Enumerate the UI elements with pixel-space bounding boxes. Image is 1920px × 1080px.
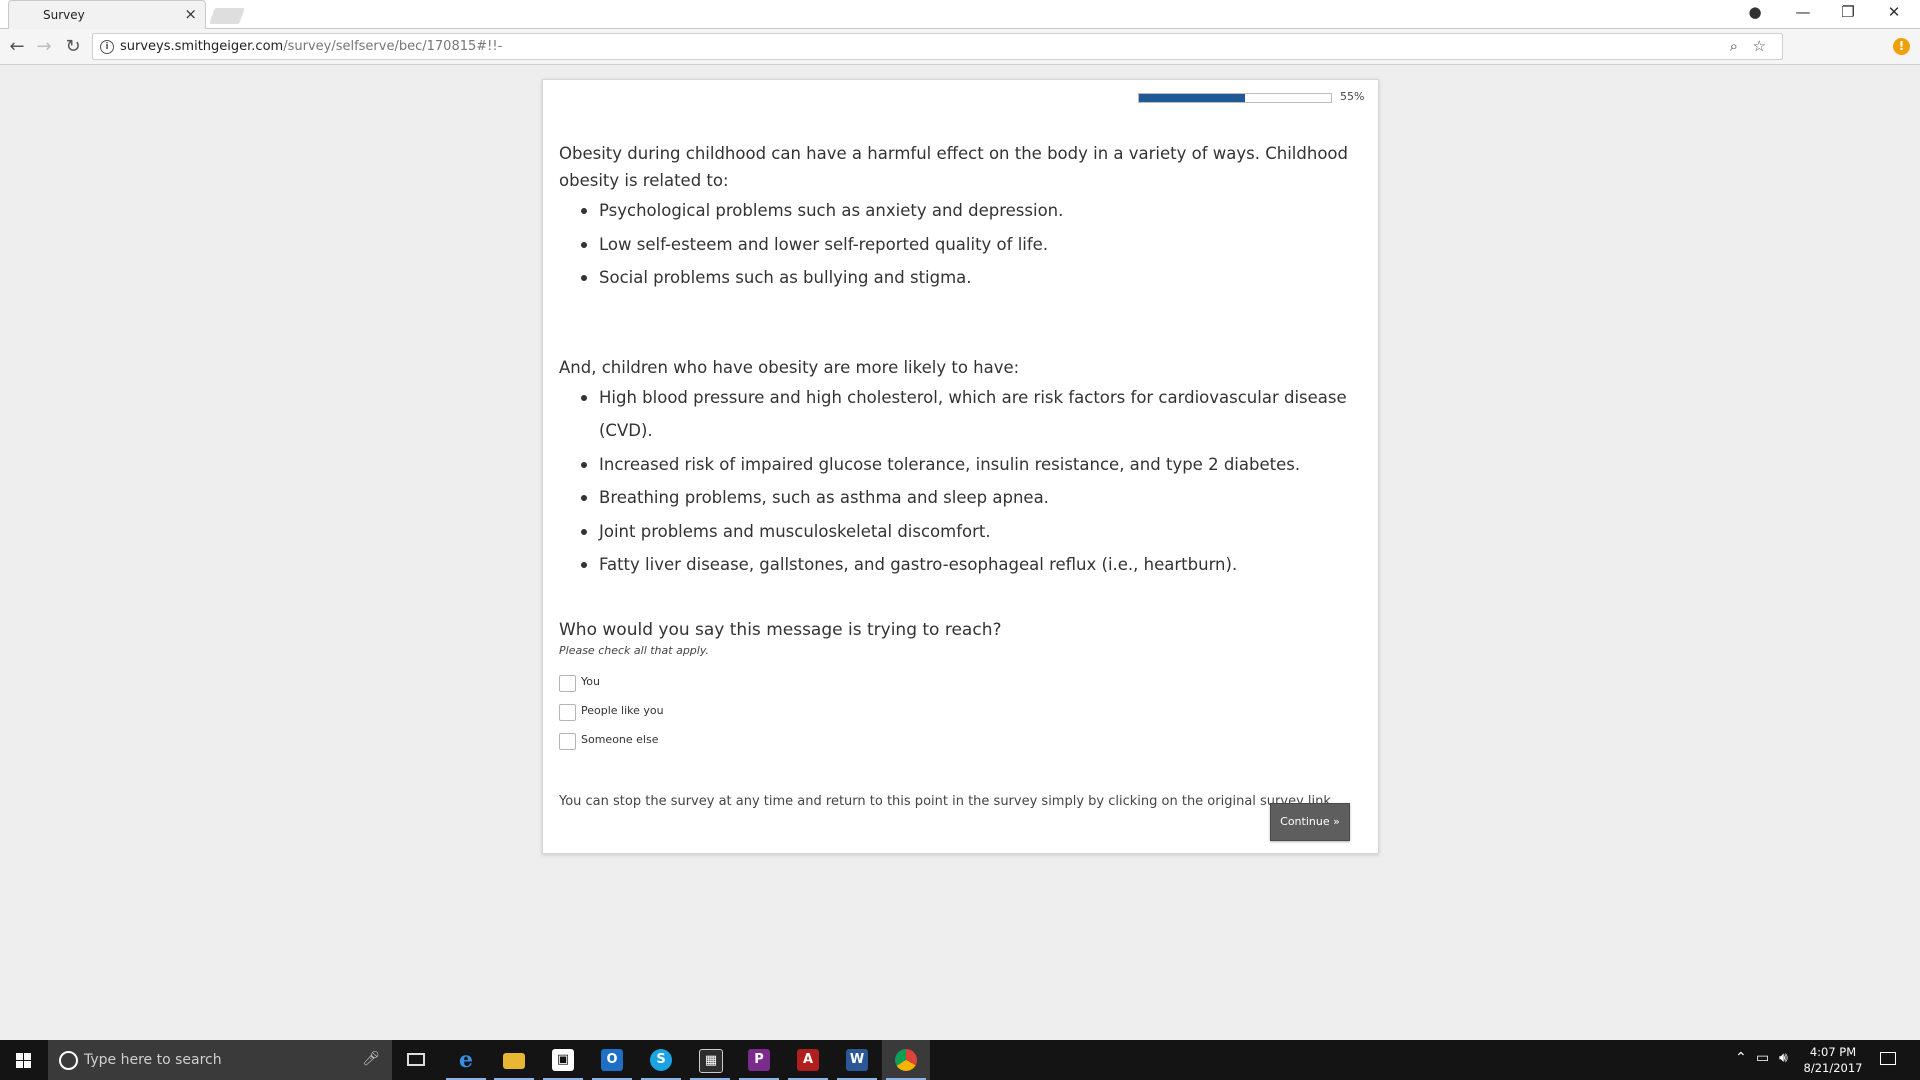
survey-card: 55% Obesity during childhood can have a … — [542, 79, 1379, 854]
list-item: Social problems such as bullying and sti… — [559, 261, 1359, 295]
back-arrow-icon[interactable]: ← — [6, 36, 28, 57]
checkbox-people-like-you[interactable] — [559, 703, 576, 721]
acrobat-icon[interactable]: A — [784, 1040, 832, 1080]
skype-icon[interactable]: S — [637, 1040, 685, 1080]
word-icon[interactable]: W — [833, 1040, 881, 1080]
option-label[interactable]: People like you — [581, 704, 664, 717]
close-window-icon[interactable]: ✕ — [1884, 3, 1904, 21]
list-item: High blood pressure and high cholesterol… — [559, 381, 1359, 448]
chrome-icon[interactable] — [882, 1040, 930, 1080]
tab-strip: Survey × ● — ❐ ✕ — [0, 0, 1920, 29]
browser-tab[interactable]: Survey × — [8, 0, 206, 29]
taskbar-search[interactable]: Type here to search 🎤︎ — [48, 1040, 392, 1080]
risk-bullet-list: High blood pressure and high cholesterol… — [559, 381, 1359, 582]
clock-time: 4:07 PM — [1809, 1045, 1857, 1059]
continue-button[interactable]: Continue » — [1270, 803, 1350, 841]
network-icon[interactable]: ▭ — [1756, 1050, 1769, 1066]
progress-fill — [1139, 94, 1245, 102]
list-item: Psychological problems such as anxiety a… — [559, 194, 1359, 228]
resume-note: You can stop the survey at any time and … — [559, 793, 1336, 809]
close-tab-icon[interactable]: × — [184, 5, 197, 23]
restore-icon[interactable]: ❐ — [1838, 3, 1858, 21]
url-host: surveys.smithgeiger.com — [120, 39, 284, 54]
start-button[interactable] — [0, 1040, 48, 1080]
list-item: Low self-esteem and lower self-reported … — [559, 228, 1359, 262]
list-item: Fatty liver disease, gallstones, and gas… — [559, 548, 1359, 582]
intro-bullet-list: Psychological problems such as anxiety a… — [559, 194, 1359, 295]
file-explorer-icon[interactable] — [490, 1040, 538, 1080]
tab-title: Survey — [43, 8, 85, 22]
url-path: /survey/selfserve/bec/170815#!!- — [283, 39, 503, 54]
survey-content: Obesity during childhood can have a harm… — [559, 140, 1359, 809]
forward-arrow-icon[interactable]: → — [33, 36, 55, 57]
volume-icon[interactable]: 🔊︎ — [1779, 1050, 1788, 1066]
option-you[interactable]: You — [559, 671, 1359, 700]
edge-icon[interactable]: e — [442, 1040, 490, 1080]
list-item: Joint problems and musculoskeletal disco… — [559, 515, 1359, 549]
search-placeholder: Type here to search — [84, 1052, 222, 1068]
task-view-icon[interactable] — [407, 1053, 425, 1066]
browser-toolbar: ← → ↻ i surveys.smithgeiger.com/survey/s… — [0, 29, 1920, 65]
new-tab-button[interactable] — [209, 8, 245, 24]
outlook-icon[interactable]: O — [588, 1040, 636, 1080]
show-hidden-icons-icon[interactable]: ⌃ — [1735, 1050, 1747, 1066]
checkbox-someone-else[interactable] — [559, 732, 576, 750]
calculator-icon[interactable]: ▦ — [686, 1040, 734, 1080]
minimize-icon[interactable]: — — [1793, 3, 1813, 21]
extension-alert-icon[interactable]: ! — [1893, 38, 1910, 55]
question-text: Who would you say this message is trying… — [559, 619, 1002, 640]
taskbar: Type here to search 🎤︎ e ▣ O S ▦ P A W ⌃… — [0, 1040, 1920, 1080]
microphone-icon[interactable]: 🎤︎ — [362, 1051, 380, 1067]
option-someone-else[interactable]: Someone else — [559, 729, 1359, 758]
store-icon[interactable]: ▣ — [539, 1040, 587, 1080]
taskbar-clock[interactable]: 4:07 PM 8/21/2017 — [1798, 1044, 1868, 1076]
instruction-text: Please check all that apply. — [559, 643, 709, 657]
checkbox-you[interactable] — [559, 674, 576, 692]
progress-bar — [1138, 93, 1332, 103]
info-icon[interactable]: i — [100, 40, 114, 54]
intro-text: Obesity during childhood can have a harm… — [559, 144, 1348, 190]
zoom-icon[interactable]: ⌕ — [1730, 37, 1738, 55]
reload-icon[interactable]: ↻ — [62, 36, 84, 57]
option-people-like-you[interactable]: People like you — [559, 700, 1359, 729]
action-center-icon[interactable] — [1880, 1052, 1896, 1065]
account-icon[interactable]: ● — [1745, 3, 1765, 21]
clock-date: 8/21/2017 — [1803, 1061, 1863, 1075]
answer-options: You People like you Someone else — [559, 671, 1359, 758]
windows-logo-icon — [16, 1053, 31, 1068]
progress-label: 55% — [1340, 90, 1365, 103]
list-item: Breathing problems, such as asthma and s… — [559, 481, 1359, 515]
list-item: Increased risk of impaired glucose toler… — [559, 448, 1359, 482]
cortana-icon — [59, 1051, 78, 1070]
bookmark-star-icon[interactable]: ☆ — [1753, 37, 1766, 55]
url-text[interactable]: surveys.smithgeiger.com/survey/selfserve… — [120, 39, 502, 54]
intro2-text: And, children who have obesity are more … — [559, 357, 1020, 377]
address-bar[interactable]: i surveys.smithgeiger.com/survey/selfser… — [92, 33, 1783, 60]
option-label[interactable]: You — [581, 675, 600, 688]
pdf-tool-icon[interactable]: P — [735, 1040, 783, 1080]
option-label[interactable]: Someone else — [581, 733, 658, 746]
